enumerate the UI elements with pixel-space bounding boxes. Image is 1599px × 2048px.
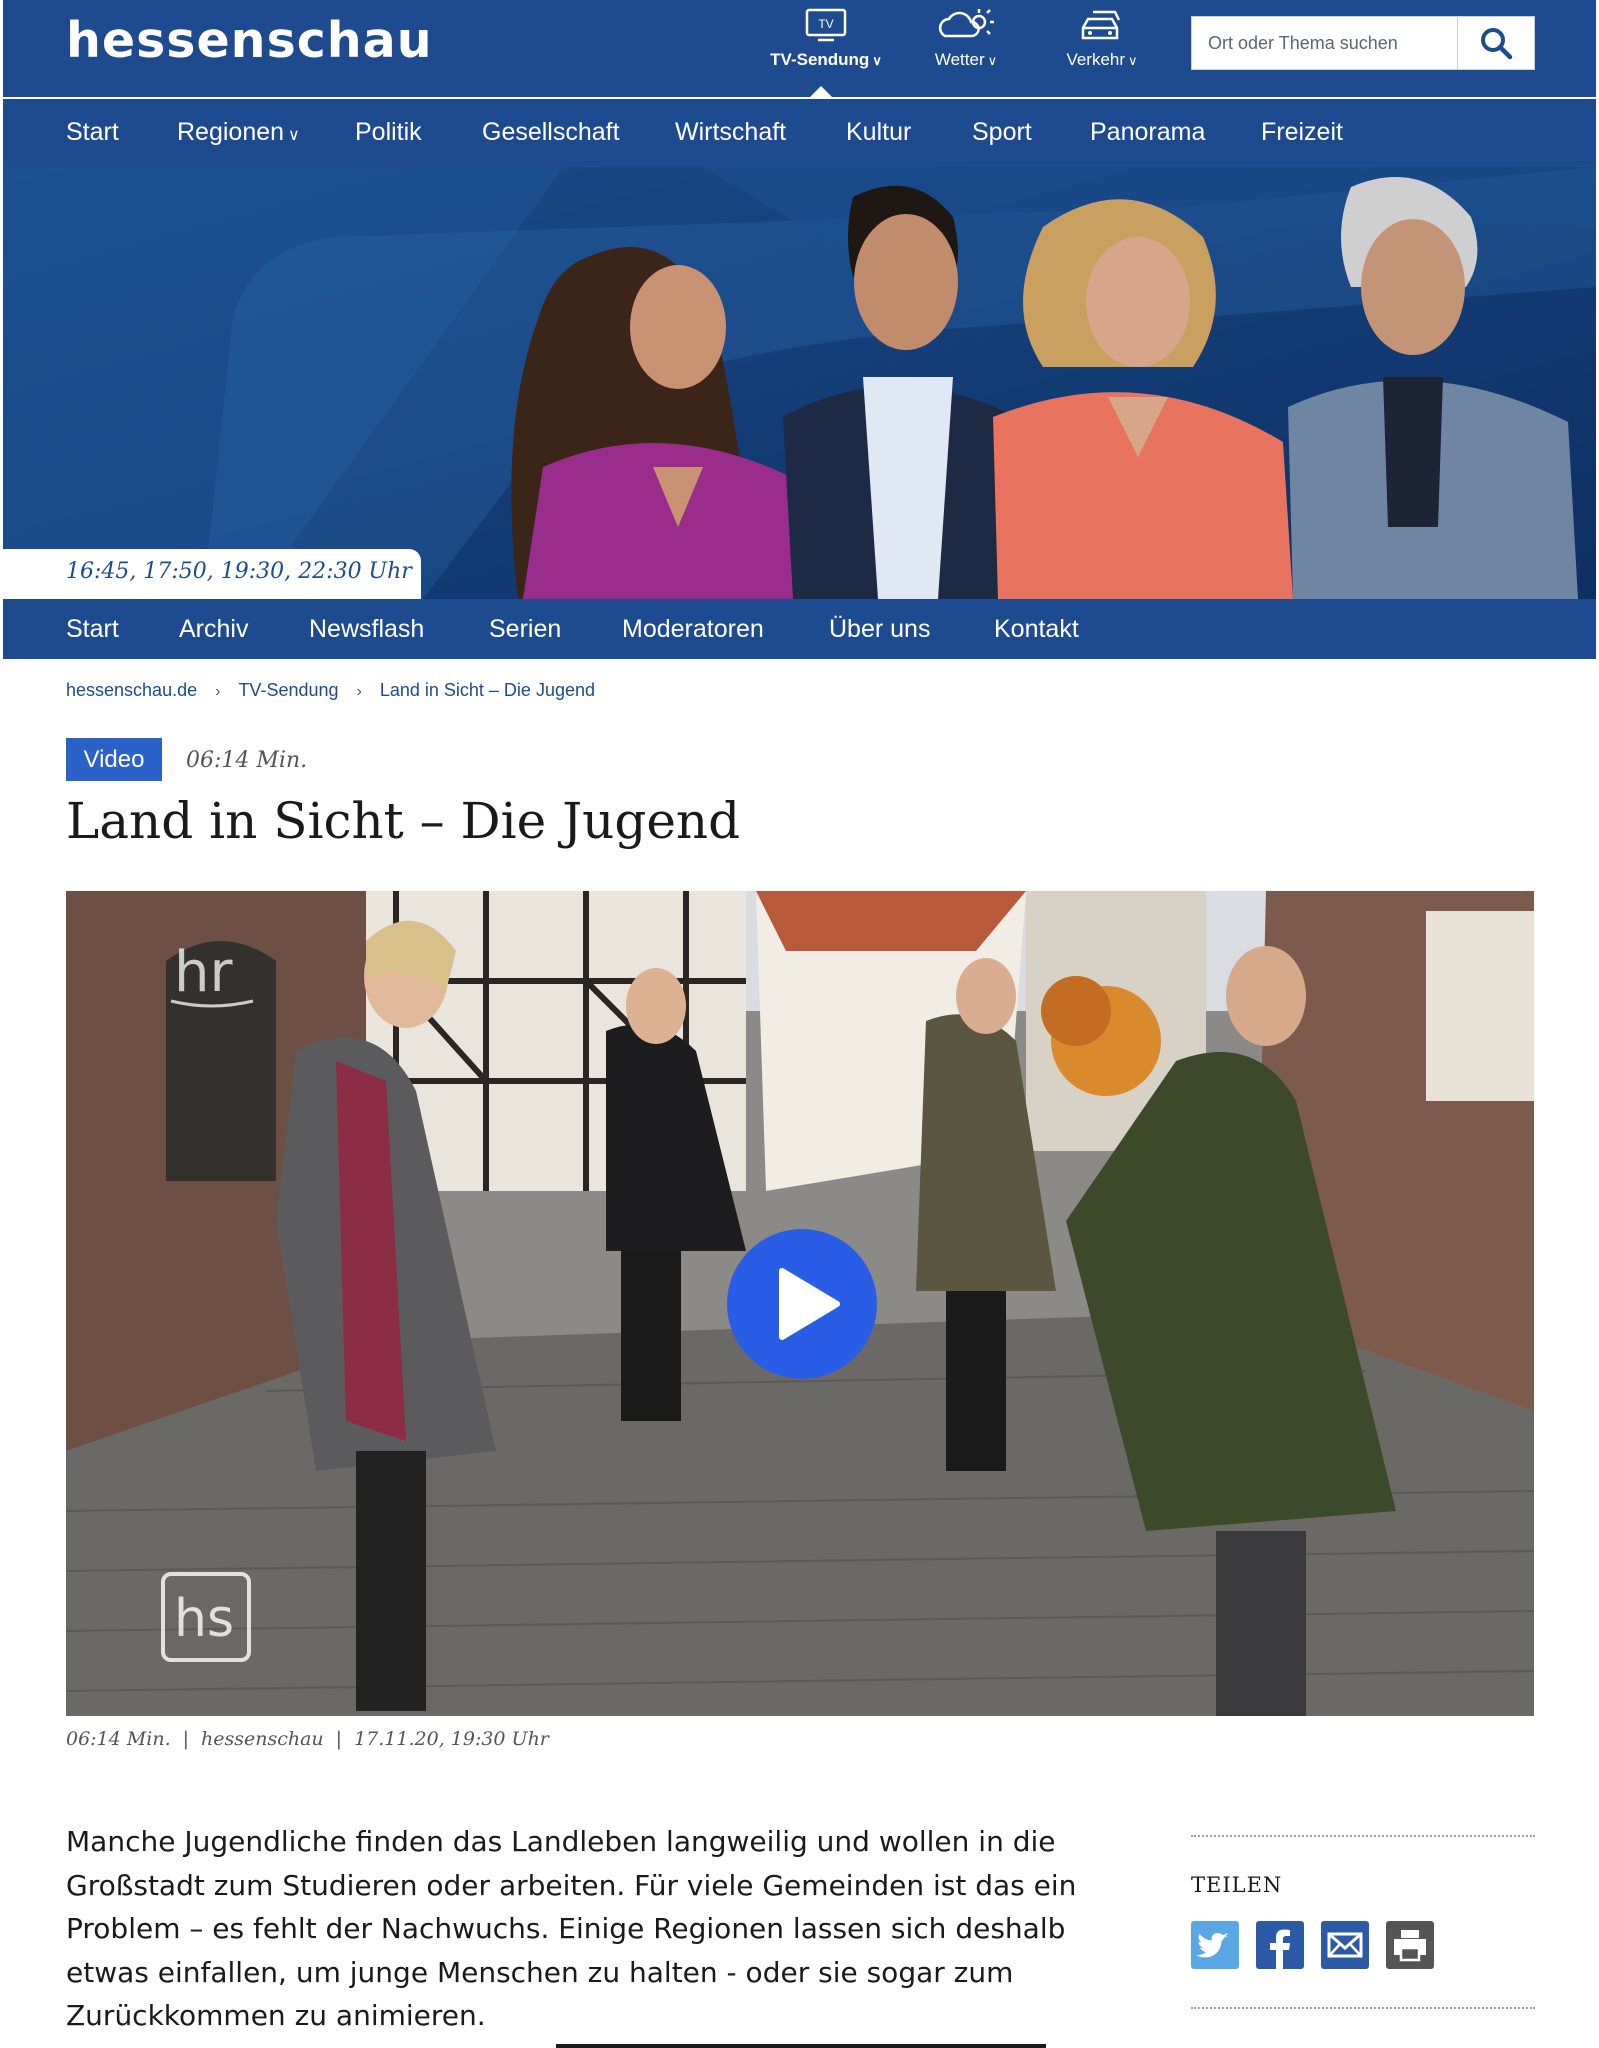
- main-navigation: Start Regionen ∨ Politik Gesellschaft Wir…: [3, 99, 1596, 167]
- nav-item-politik[interactable]: Politik: [355, 99, 422, 167]
- meta-duration: 06:14 Min.: [66, 1728, 171, 1750]
- nav-item-gesellschaft[interactable]: Gesellschaft: [482, 99, 620, 167]
- weather-icon: [938, 9, 994, 38]
- content-divider: [556, 2044, 1046, 2048]
- video-badge: Video: [66, 738, 162, 781]
- page: hessenschau TV TV-Sendung ∨ Wetter ∨ Ver…: [0, 0, 1599, 2048]
- nav-item-panorama[interactable]: Panorama: [1090, 99, 1205, 167]
- video-meta: 06:14 Min. | hessenschau | 17.11.20, 19:30 U…: [66, 1728, 549, 1750]
- video-duration: 06:14 Min.: [186, 748, 308, 773]
- breadcrumb-link-tv-sendung[interactable]: TV-Sendung: [238, 680, 338, 701]
- tv-icon: TV: [805, 8, 847, 42]
- share-print-button[interactable]: [1386, 1921, 1434, 1969]
- service-label: Wetter: [934, 50, 985, 69]
- subnav-item-kontakt[interactable]: Kontakt: [994, 599, 1079, 659]
- meta-separator: |: [182, 1728, 190, 1750]
- subnav-item-moderatoren[interactable]: Moderatoren: [622, 599, 764, 659]
- top-header: hessenschau TV TV-Sendung ∨ Wetter ∨ Ver…: [3, 0, 1596, 99]
- meta-separator: |: [335, 1728, 343, 1750]
- hero-banner: 16:45, 17:50, 19:30, 22:30 Uhr: [3, 167, 1596, 599]
- svg-text:TV: TV: [818, 17, 833, 31]
- sub-navigation: Start Archiv Newsflash Serien Moderatore…: [3, 599, 1596, 659]
- share-mail-button[interactable]: [1321, 1921, 1369, 1969]
- breadcrumb-link-current[interactable]: Land in Sicht – Die Jugend: [380, 680, 595, 701]
- mail-icon: [1327, 1932, 1363, 1958]
- search-box: [1191, 16, 1535, 70]
- subnav-item-ueber-uns[interactable]: Über uns: [829, 599, 930, 659]
- video-player[interactable]: hr hs: [66, 891, 1534, 1716]
- search-input[interactable]: [1192, 17, 1458, 69]
- subnav-item-serien[interactable]: Serien: [489, 599, 561, 659]
- chevron-down-icon: ∨: [288, 127, 300, 144]
- nav-item-start[interactable]: Start: [66, 99, 119, 167]
- subnav-item-newsflash[interactable]: Newsflash: [309, 599, 424, 659]
- hero-presenters-image: [3, 167, 1596, 599]
- svg-text:hs: hs: [174, 1589, 234, 1649]
- chevron-down-icon: ∨: [1128, 53, 1138, 68]
- breadcrumb-separator: ›: [356, 683, 362, 700]
- service-label: TV-Sendung: [770, 50, 870, 69]
- airtimes-text: 16:45, 17:50, 19:30, 22:30 Uhr: [66, 559, 412, 584]
- traffic-car-icon: [1081, 10, 1121, 40]
- nav-item-freizeit[interactable]: Freizeit: [1261, 99, 1343, 167]
- page-title: Land in Sicht – Die Jugend: [66, 792, 741, 850]
- breadcrumb: hessenschau.de › TV-Sendung › Land in Sicht …: [66, 680, 595, 701]
- subnav-item-start[interactable]: Start: [66, 599, 119, 659]
- share-box: TEILEN: [1191, 1835, 1535, 2009]
- print-icon: [1394, 1930, 1426, 1962]
- subnav-item-archiv[interactable]: Archiv: [179, 599, 248, 659]
- service-verkehr[interactable]: Verkehr ∨: [1052, 8, 1152, 70]
- chevron-down-icon: ∨: [872, 53, 882, 68]
- meta-source: hessenschau: [201, 1728, 324, 1750]
- nav-item-regionen[interactable]: Regionen ∨: [177, 99, 300, 167]
- service-wetter[interactable]: Wetter ∨: [916, 8, 1016, 70]
- nav-item-wirtschaft[interactable]: Wirtschaft: [675, 99, 786, 167]
- chevron-down-icon: ∨: [987, 53, 998, 68]
- airtimes-box: 16:45, 17:50, 19:30, 22:30 Uhr: [3, 549, 421, 599]
- svg-text:hr: hr: [174, 940, 233, 1005]
- twitter-icon: [1196, 1933, 1229, 1958]
- breadcrumb-separator: ›: [215, 683, 221, 700]
- meta-date: 17.11.20, 19:30 Uhr: [354, 1728, 549, 1750]
- article-teaser-text: Manche Jugendliche finden das Landleben …: [66, 1825, 1077, 2032]
- nav-item-label: Regionen: [177, 118, 285, 146]
- site-logo[interactable]: hessenschau: [66, 12, 433, 69]
- play-button[interactable]: [727, 1229, 877, 1379]
- service-tv-sendung[interactable]: TV TV-Sendung ∨: [761, 8, 891, 70]
- facebook-icon: [1270, 1929, 1290, 1969]
- share-label: TEILEN: [1191, 1873, 1283, 1897]
- play-icon: [779, 1268, 840, 1340]
- share-twitter-button[interactable]: [1191, 1921, 1239, 1969]
- breadcrumb-link-home[interactable]: hessenschau.de: [66, 680, 197, 701]
- browser-frame: hessenschau TV TV-Sendung ∨ Wetter ∨ Ver…: [3, 0, 1596, 2048]
- search-icon: [1481, 28, 1513, 60]
- active-service-indicator: [810, 86, 832, 97]
- share-facebook-button[interactable]: [1256, 1921, 1304, 1969]
- search-button[interactable]: [1457, 17, 1534, 69]
- service-label: Verkehr: [1066, 50, 1126, 69]
- nav-item-sport[interactable]: Sport: [972, 99, 1032, 167]
- nav-item-kultur[interactable]: Kultur: [846, 99, 911, 167]
